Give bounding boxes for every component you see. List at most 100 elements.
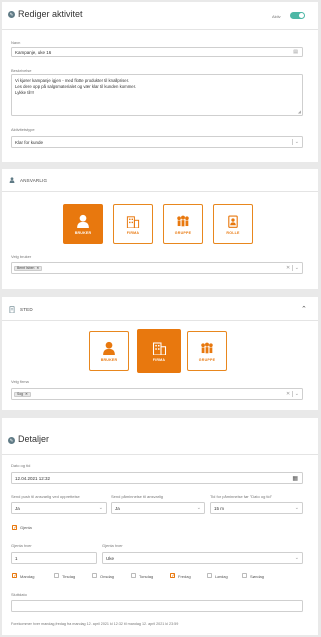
repeat-checkbox[interactable] xyxy=(12,525,18,531)
place-title: STED xyxy=(20,307,33,312)
divider xyxy=(2,29,318,30)
recurrence-summary: Forekommer hver mandag,fredag fra mandag… xyxy=(11,622,179,626)
chevron-down-icon: ⌄ xyxy=(196,505,201,511)
end-date-input[interactable] xyxy=(11,600,303,612)
day-checkbox-thursday[interactable] xyxy=(131,573,136,578)
user-select[interactable]: Bernt Isben ✕ ✕ ⌄ xyxy=(11,262,303,274)
group-icon xyxy=(177,215,189,226)
clear-icon[interactable]: ✕ xyxy=(286,265,290,271)
day-label: Onsdag xyxy=(100,573,115,579)
building-section-icon xyxy=(9,306,15,314)
tile-label: BRUKER xyxy=(74,230,92,235)
place-tile-user[interactable]: BRUKER xyxy=(89,331,129,371)
day-label: Lørdag xyxy=(215,573,228,579)
divider xyxy=(2,191,318,192)
day-label: Tirsdag xyxy=(62,573,76,579)
tile-label: FIRMA xyxy=(126,230,140,235)
remove-icon[interactable]: ✕ xyxy=(36,266,39,270)
page-title: Rediger aktivitet xyxy=(18,9,83,19)
name-input[interactable]: Kampanje, uke 16 ▤ xyxy=(11,47,303,57)
role-icon xyxy=(228,215,238,228)
end-date-label: Sluttdato xyxy=(11,592,27,597)
calendar-icon[interactable]: ▦ xyxy=(292,475,298,482)
description-textarea[interactable]: Vi kjører kampanje igjen - med flotte pr… xyxy=(11,74,303,116)
day-checkbox-friday[interactable] xyxy=(170,573,176,579)
user-section-icon xyxy=(9,177,15,183)
remove-icon[interactable]: ✕ xyxy=(25,392,28,396)
details-section: ✎ Detaljer Dato og tid 12.04.2021 12:32 … xyxy=(2,418,318,635)
push-label: Send push til ansvarlig ved opprettelse xyxy=(11,494,80,499)
day-checkbox-monday[interactable] xyxy=(12,573,18,579)
day-checkbox-sunday[interactable] xyxy=(242,573,247,578)
name-value: Kampanje, uke 16 xyxy=(15,49,52,55)
responsible-tile-company[interactable]: FIRMA xyxy=(113,204,153,244)
reminder-time-value: 15 m xyxy=(214,505,225,511)
repeat-label: Gjenta xyxy=(20,525,32,530)
status-value: Klar for kunde xyxy=(15,139,44,145)
day-label: Mandag xyxy=(20,573,35,579)
responsible-title: ANSVARLIG xyxy=(20,178,48,183)
group-icon xyxy=(201,342,213,353)
active-label: Aktiv xyxy=(272,14,281,19)
description-line: Lykke til!!! xyxy=(15,90,34,95)
edit-icon: ✎ xyxy=(8,437,15,444)
tile-label: BRUKER xyxy=(100,357,118,362)
place-tile-company[interactable]: FIRMA xyxy=(137,329,181,373)
select-company-label: Velg firma xyxy=(11,379,29,384)
selected-user-chip[interactable]: Bernt Isben ✕ xyxy=(14,265,43,271)
day-checkbox-saturday[interactable] xyxy=(207,573,212,578)
chevron-down-icon: ⌄ xyxy=(294,555,299,561)
resize-handle-icon[interactable]: ◢ xyxy=(298,109,301,115)
day-label: Søndag xyxy=(250,573,265,579)
day-label: Torsdag xyxy=(139,573,154,579)
description-label: Beskrivelse xyxy=(11,68,32,73)
chevron-down-icon: ⌄ xyxy=(98,505,103,511)
status-select[interactable]: Klar for kunde ⌄ xyxy=(11,136,303,148)
status-label: Aktivitetstype xyxy=(11,127,35,132)
selected-company-chip[interactable]: Sog ✕ xyxy=(14,391,31,397)
responsible-tile-role[interactable]: ROLLE xyxy=(213,204,253,244)
name-label: Navn xyxy=(11,40,21,45)
chevron-up-icon[interactable]: ⌃ xyxy=(301,305,307,313)
reminder-label: Send påminnelse til ansvarlig xyxy=(111,494,164,499)
chevron-down-icon: ⌄ xyxy=(294,265,299,271)
repeat-unit-value: Uke xyxy=(106,555,115,561)
responsible-tile-user[interactable]: BRUKER xyxy=(63,204,103,244)
push-value: Ja xyxy=(15,505,20,511)
push-select[interactable]: Ja ⌄ xyxy=(11,502,107,514)
chip-label: Bernt Isben xyxy=(17,266,35,270)
select-user-label: Velg bruker xyxy=(11,254,32,259)
repeat-every-value: 1 xyxy=(15,555,18,561)
tile-label: GRUPPE xyxy=(198,357,216,362)
tile-label: ROLLE xyxy=(226,230,240,235)
chevron-down-icon: ⌄ xyxy=(294,505,299,511)
company-select[interactable]: Sog ✕ ✕ ⌄ xyxy=(11,388,303,400)
reminder-time-label: Tid for påminnelse før "Dato og tid" xyxy=(210,494,273,499)
chevron-down-icon: ⌄ xyxy=(294,139,299,145)
activity-section: ✎ Rediger aktivitet Aktiv Navn Kampanje,… xyxy=(2,2,318,162)
day-checkbox-wednesday[interactable] xyxy=(92,573,97,578)
day-label: Fredag xyxy=(178,573,191,579)
repeat-every-label: Gjenta hver xyxy=(11,543,32,548)
date-label: Dato og tid xyxy=(11,463,31,468)
repeat-unit-select[interactable]: Uke ⌄ xyxy=(102,552,303,564)
clear-icon[interactable]: ✕ xyxy=(286,391,290,397)
reminder-select[interactable]: Ja ⌄ xyxy=(111,502,205,514)
details-title: Detaljer xyxy=(18,434,50,444)
date-input[interactable]: 12.04.2021 12:32 ▦ xyxy=(11,472,303,484)
day-checkbox-tuesday[interactable] xyxy=(54,573,59,578)
repeat-unit-label: Gjenta hver xyxy=(102,543,123,548)
place-section: STED ⌃ BRUKER FIRMA GRUPPE Velg firma So… xyxy=(2,297,318,410)
active-toggle[interactable] xyxy=(290,12,305,19)
reminder-time-select[interactable]: 15 m ⌄ xyxy=(210,502,303,514)
responsible-section: ANSVARLIG BRUKER FIRMA GRUPPE ROLLE Velg… xyxy=(2,169,318,289)
reminder-value: Ja xyxy=(115,505,120,511)
edit-icon: ✎ xyxy=(8,11,15,18)
user-icon xyxy=(103,341,115,355)
divider xyxy=(2,320,318,321)
place-tile-group[interactable]: GRUPPE xyxy=(187,331,227,371)
responsible-tile-group[interactable]: GRUPPE xyxy=(163,204,203,244)
tile-label: GRUPPE xyxy=(174,230,192,235)
repeat-every-input[interactable]: 1 xyxy=(11,552,97,564)
chip-label: Sog xyxy=(17,392,24,396)
